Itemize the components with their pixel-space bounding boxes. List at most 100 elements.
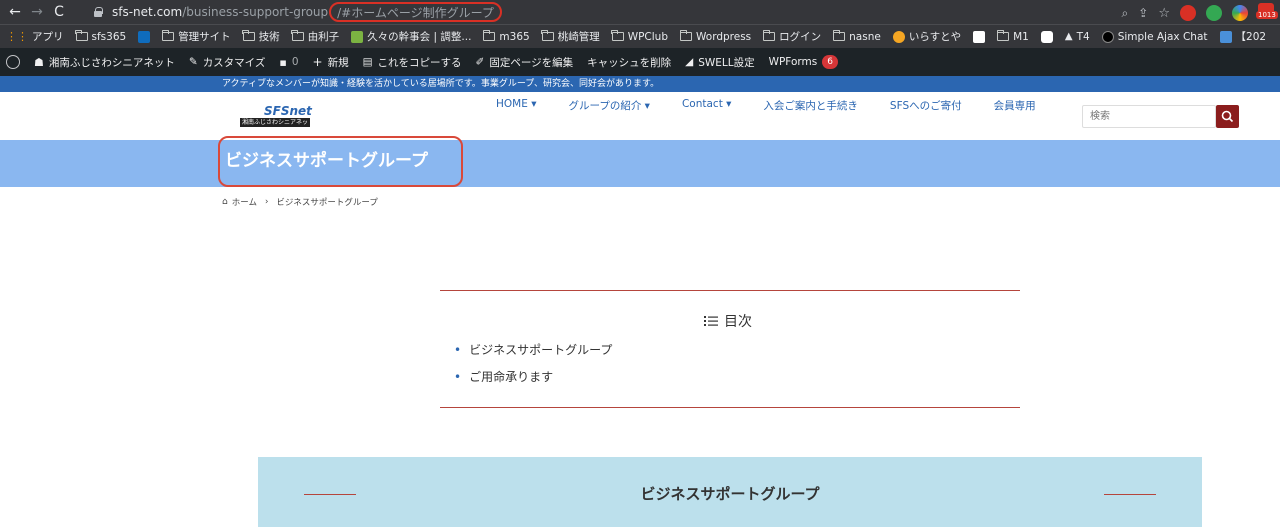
- wp-edit-page[interactable]: ✐ 固定ページを編集: [476, 55, 574, 70]
- color-picker-icon[interactable]: [1232, 5, 1248, 21]
- url-host: sfs-net.com: [112, 5, 183, 19]
- plus-icon: +: [312, 55, 323, 69]
- menu-donate[interactable]: SFSへのご寄付: [874, 98, 978, 113]
- breadcrumb-current: ビジネスサポートグループ: [276, 198, 378, 208]
- section-line-right: [1104, 494, 1156, 495]
- bookmark-m1[interactable]: M1: [996, 29, 1029, 43]
- breadcrumb: ⌂ ホーム › ビジネスサポートグループ: [222, 196, 378, 208]
- folder-icon: [762, 29, 776, 41]
- site-notice: アクティブなメンバーが知識・経験を活かしている居場所です。事業グループ、研究会、…: [0, 76, 1280, 92]
- toc-header: 目次: [704, 311, 752, 331]
- folder-icon: [161, 29, 175, 41]
- outlook-icon: [138, 30, 151, 43]
- page-title-band: [0, 140, 1280, 187]
- wp-new[interactable]: + 新規: [313, 55, 349, 70]
- comment-icon: ▪: [279, 55, 287, 69]
- folder-icon: [996, 29, 1010, 41]
- bookmark-m365[interactable]: m365: [482, 29, 530, 43]
- wp-wpforms[interactable]: WPForms 6: [769, 55, 838, 69]
- menu-join[interactable]: 入会ご案内と手続き: [747, 98, 874, 113]
- bookmark-wpclub[interactable]: WPClub: [611, 29, 668, 43]
- wp-swell-settings[interactable]: ◢ SWELL設定: [685, 55, 754, 70]
- back-arrow-icon[interactable]: ←: [4, 4, 26, 20]
- evernote-icon[interactable]: [1206, 5, 1222, 21]
- amazon-icon: [973, 30, 986, 43]
- forward-arrow-icon[interactable]: →: [26, 4, 48, 20]
- gmail-icon[interactable]: 1013: [1256, 3, 1278, 23]
- bookmarks-bar: ⋮⋮ アプリ sfs365 管理サイト 技術 由利子 久々の幹事会 | 調整...…: [0, 24, 1280, 48]
- bookmark-yuriko[interactable]: 由利子: [291, 29, 339, 44]
- folder-icon: [75, 29, 88, 41]
- green-doc-icon: [351, 30, 364, 43]
- star-icon[interactable]: ☆: [1158, 6, 1170, 21]
- adblock-icon[interactable]: [1180, 5, 1196, 21]
- toc-title: 目次: [724, 314, 752, 330]
- folder-icon: [611, 29, 624, 41]
- search-icon: [1221, 110, 1234, 123]
- url-hash-highlight: /#ホームページ制作グループ: [329, 2, 502, 22]
- breadcrumb-home[interactable]: ホーム: [232, 196, 257, 208]
- calendar-icon: [1219, 30, 1232, 43]
- triangle-icon: ▲: [1064, 31, 1073, 42]
- wp-copy-this[interactable]: ▤ これをコピーする: [363, 55, 462, 70]
- page-title: ビジネスサポートグループ: [218, 136, 463, 187]
- folder-icon: [541, 29, 554, 41]
- wp-clear-cache[interactable]: キャッシュを削除: [587, 55, 671, 70]
- folder-icon: [482, 29, 496, 41]
- box-icon: [1040, 30, 1053, 43]
- bookmark-apps[interactable]: ⋮⋮ アプリ: [6, 29, 64, 44]
- folder-icon: [679, 29, 692, 41]
- lock-icon: [92, 6, 104, 18]
- bookmark-box[interactable]: [1040, 30, 1053, 43]
- mail-count-badge: 1013: [1256, 11, 1278, 19]
- toolbar-right: ⌕ ⇪ ☆ 1013: [1122, 3, 1278, 23]
- url-path: /business-support-group: [182, 5, 329, 19]
- brush-icon: ✎: [188, 56, 198, 68]
- swell-icon: ◢: [685, 56, 694, 68]
- chevron-right-icon: ›: [264, 197, 269, 207]
- bookmark-nasne[interactable]: nasne: [832, 29, 881, 43]
- menu-home[interactable]: HOME ▾: [480, 98, 552, 113]
- bookmark-meeting[interactable]: 久々の幹事会 | 調整...: [351, 29, 471, 44]
- copy-icon: ▤: [362, 56, 373, 68]
- site-logo[interactable]: SFSnet 湘南ふじさわシニアネット: [240, 104, 312, 135]
- menu-groups[interactable]: グループの紹介 ▾: [552, 98, 665, 113]
- wp-comments[interactable]: ▪ 0: [279, 56, 298, 69]
- bookmark-simple-ajax-chat[interactable]: Simple Ajax Chat: [1101, 30, 1208, 43]
- table-of-contents: 目次 ビジネスサポートグループ ご用命承ります: [440, 290, 1020, 408]
- search-input[interactable]: [1082, 105, 1216, 128]
- reload-icon[interactable]: C: [48, 4, 70, 20]
- bookmark-t4[interactable]: ▲ T4: [1065, 31, 1090, 43]
- bookmark-admin-site[interactable]: 管理サイト: [161, 29, 231, 44]
- bookmark-momozaki[interactable]: 桃崎管理: [541, 29, 600, 44]
- wordpress-icon: [6, 55, 20, 69]
- address-bar[interactable]: sfs-net.com /business-support-group /#ホー…: [92, 2, 502, 22]
- menu-contact[interactable]: Contact ▾: [666, 98, 747, 113]
- toc-item[interactable]: ビジネスサポートグループ: [454, 342, 612, 369]
- logo-main-text: SFSnet: [264, 104, 312, 118]
- pencil-icon: ✐: [475, 56, 485, 68]
- wp-logo[interactable]: [6, 55, 20, 69]
- bookmark-amazon[interactable]: [973, 30, 986, 43]
- chat-icon: [1101, 30, 1114, 43]
- search-button[interactable]: [1216, 105, 1239, 128]
- wp-site-name[interactable]: ☗ 湘南ふじさわシニアネット: [34, 55, 175, 70]
- apps-grid-icon: ⋮⋮: [6, 30, 28, 43]
- section-title: ビジネスサポートグループ: [640, 485, 820, 503]
- bookmark-outlook[interactable]: [138, 30, 151, 43]
- bookmark-sfs365[interactable]: sfs365: [75, 29, 126, 43]
- share-icon[interactable]: ⇪: [1138, 6, 1148, 20]
- site-header: SFSnet 湘南ふじさわシニアネット HOME ▾ グループの紹介 ▾ Con…: [0, 92, 1280, 140]
- toc-list: ビジネスサポートグループ ご用命承ります: [454, 342, 612, 396]
- menu-members[interactable]: 会員専用: [978, 98, 1052, 113]
- bookmark-wordpress[interactable]: Wordpress: [679, 29, 751, 43]
- bookmark-tech[interactable]: 技術: [242, 29, 280, 44]
- main-menu: HOME ▾ グループの紹介 ▾ Contact ▾ 入会ご案内と手続き SFS…: [480, 98, 1052, 113]
- zoom-icon[interactable]: ⌕: [1122, 6, 1129, 21]
- wp-customize[interactable]: ✎ カスタマイズ: [189, 55, 266, 70]
- toc-item[interactable]: ご用命承ります: [454, 369, 612, 396]
- bookmark-login[interactable]: ログイン: [762, 29, 821, 44]
- bookmark-overflow[interactable]: 【202: [1219, 29, 1266, 44]
- bookmark-irasutoya[interactable]: いらすとや: [892, 29, 961, 44]
- irasutoya-icon: [892, 30, 905, 43]
